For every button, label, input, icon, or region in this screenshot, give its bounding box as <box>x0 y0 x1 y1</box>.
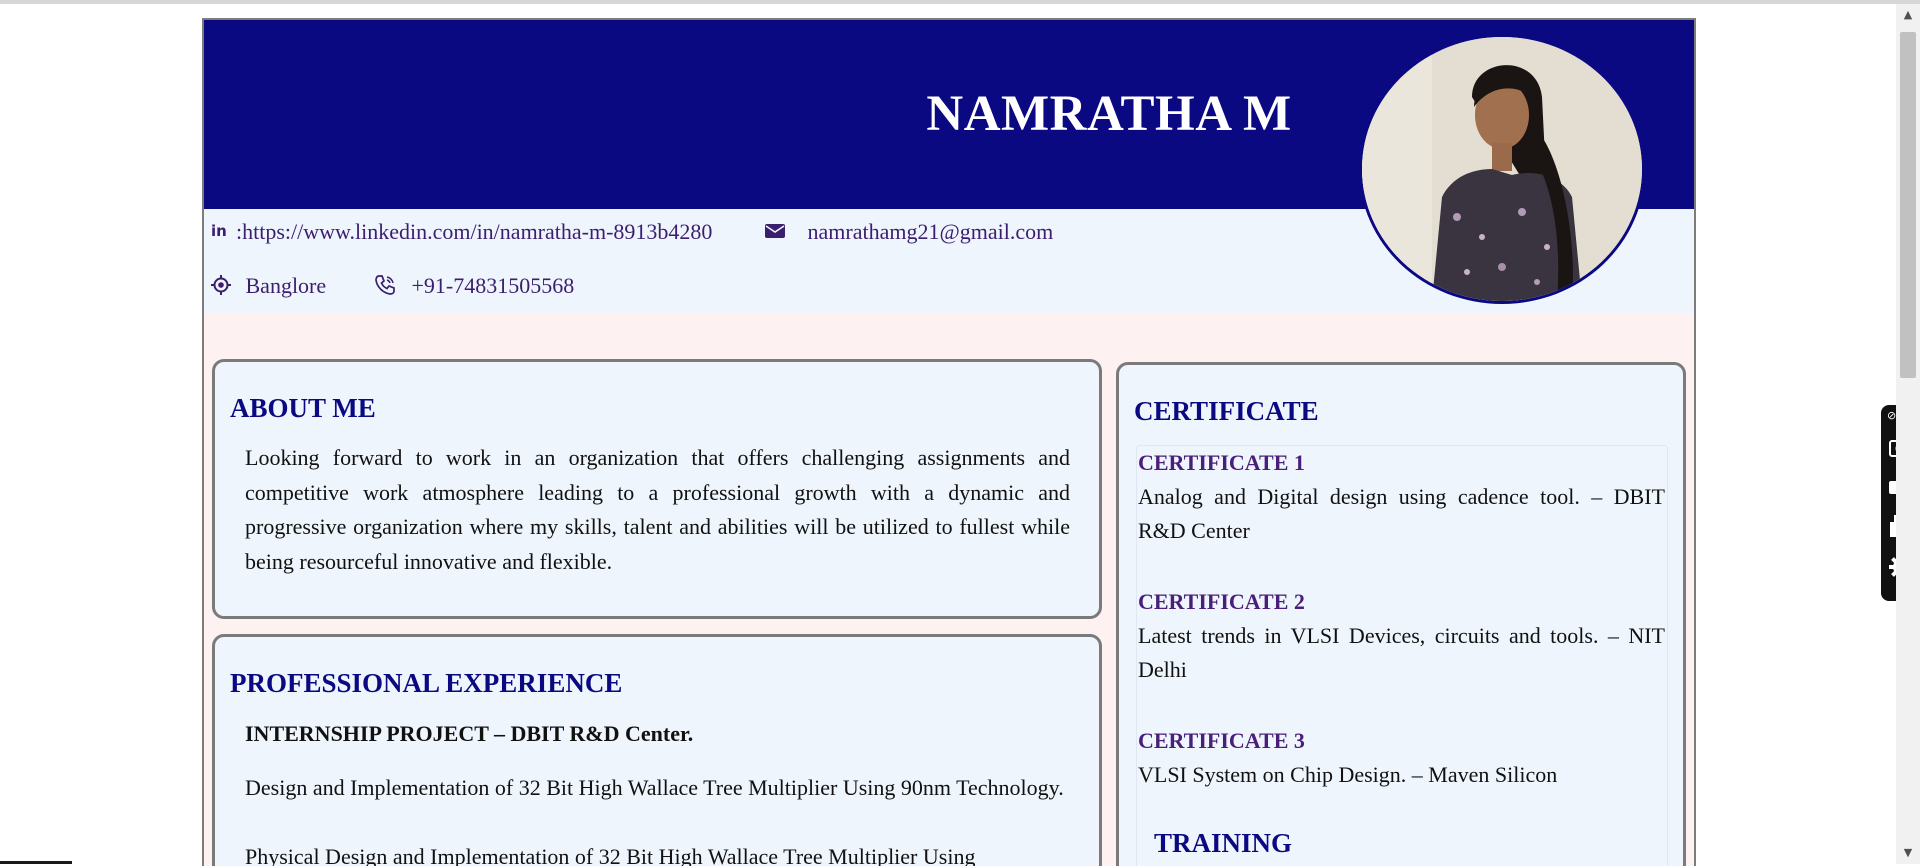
resume-page: NAMRATHA M in :https://www.linkedin.com/… <box>202 18 1696 866</box>
linkedin-url[interactable]: https://www.linkedin.com/in/namratha-m-8… <box>242 219 712 244</box>
experience-title: PROFESSIONAL EXPERIENCE <box>230 668 623 698</box>
professional-experience-card: PROFESSIONAL EXPERIENCE INTERNSHIP PROJE… <box>212 634 1102 866</box>
certificate-2-title: CERTIFICATE 2 <box>1138 589 1305 614</box>
location-pin-icon <box>210 274 232 302</box>
svg-text:in: in <box>211 222 227 240</box>
phone-icon <box>374 274 396 302</box>
envelope-icon <box>764 221 786 247</box>
training-title: TRAINING <box>1154 828 1293 858</box>
location-text: Banglore <box>245 273 327 298</box>
email-contact[interactable]: namrathamg21@gmail.com <box>764 219 1053 247</box>
certificate-3-text: VLSI System on Chip Design. – Maven Sili… <box>1138 762 1558 787</box>
about-me-card: ABOUT ME Looking forward to work in an o… <box>212 359 1102 619</box>
browser-top-border <box>0 0 1920 4</box>
experience-line-1: Design and Implementation of 32 Bit High… <box>245 775 1064 800</box>
scroll-up-arrow-icon[interactable]: ▲ <box>1896 4 1920 26</box>
certificate-card: CERTIFICATE CERTIFICATE 1 Analog and Dig… <box>1116 362 1686 866</box>
location-contact: Banglore <box>210 273 326 302</box>
certificate-2-text: Latest trends in VLSI Devices, circuits … <box>1138 623 1665 682</box>
vertical-scrollbar[interactable]: ▲ ▼ <box>1896 4 1920 864</box>
certificate-title: CERTIFICATE <box>1134 396 1319 426</box>
experience-line-2: Physical Design and Implementation of 32… <box>245 844 976 866</box>
certificate-1-text: Analog and Digital design using cadence … <box>1138 484 1665 543</box>
about-me-text: Looking forward to work in an organizati… <box>245 445 1070 574</box>
scroll-down-arrow-icon[interactable]: ▼ <box>1896 842 1920 864</box>
scrollbar-thumb[interactable] <box>1900 32 1916 378</box>
phone-text[interactable]: +91-74831505568 <box>412 273 575 298</box>
internship-heading: INTERNSHIP PROJECT – DBIT R&D Center. <box>245 721 694 746</box>
email-text[interactable]: namrathamg21@gmail.com <box>808 219 1054 244</box>
about-me-title: ABOUT ME <box>230 393 376 423</box>
linkedin-contact[interactable]: in :https://www.linkedin.com/in/namratha… <box>210 219 712 247</box>
linkedin-icon: in <box>210 221 230 247</box>
profile-photo <box>1359 34 1645 304</box>
certificate-3-title: CERTIFICATE 3 <box>1138 728 1305 753</box>
certificate-1-title: CERTIFICATE 1 <box>1138 450 1305 475</box>
phone-contact[interactable]: +91-74831505568 <box>374 273 574 302</box>
